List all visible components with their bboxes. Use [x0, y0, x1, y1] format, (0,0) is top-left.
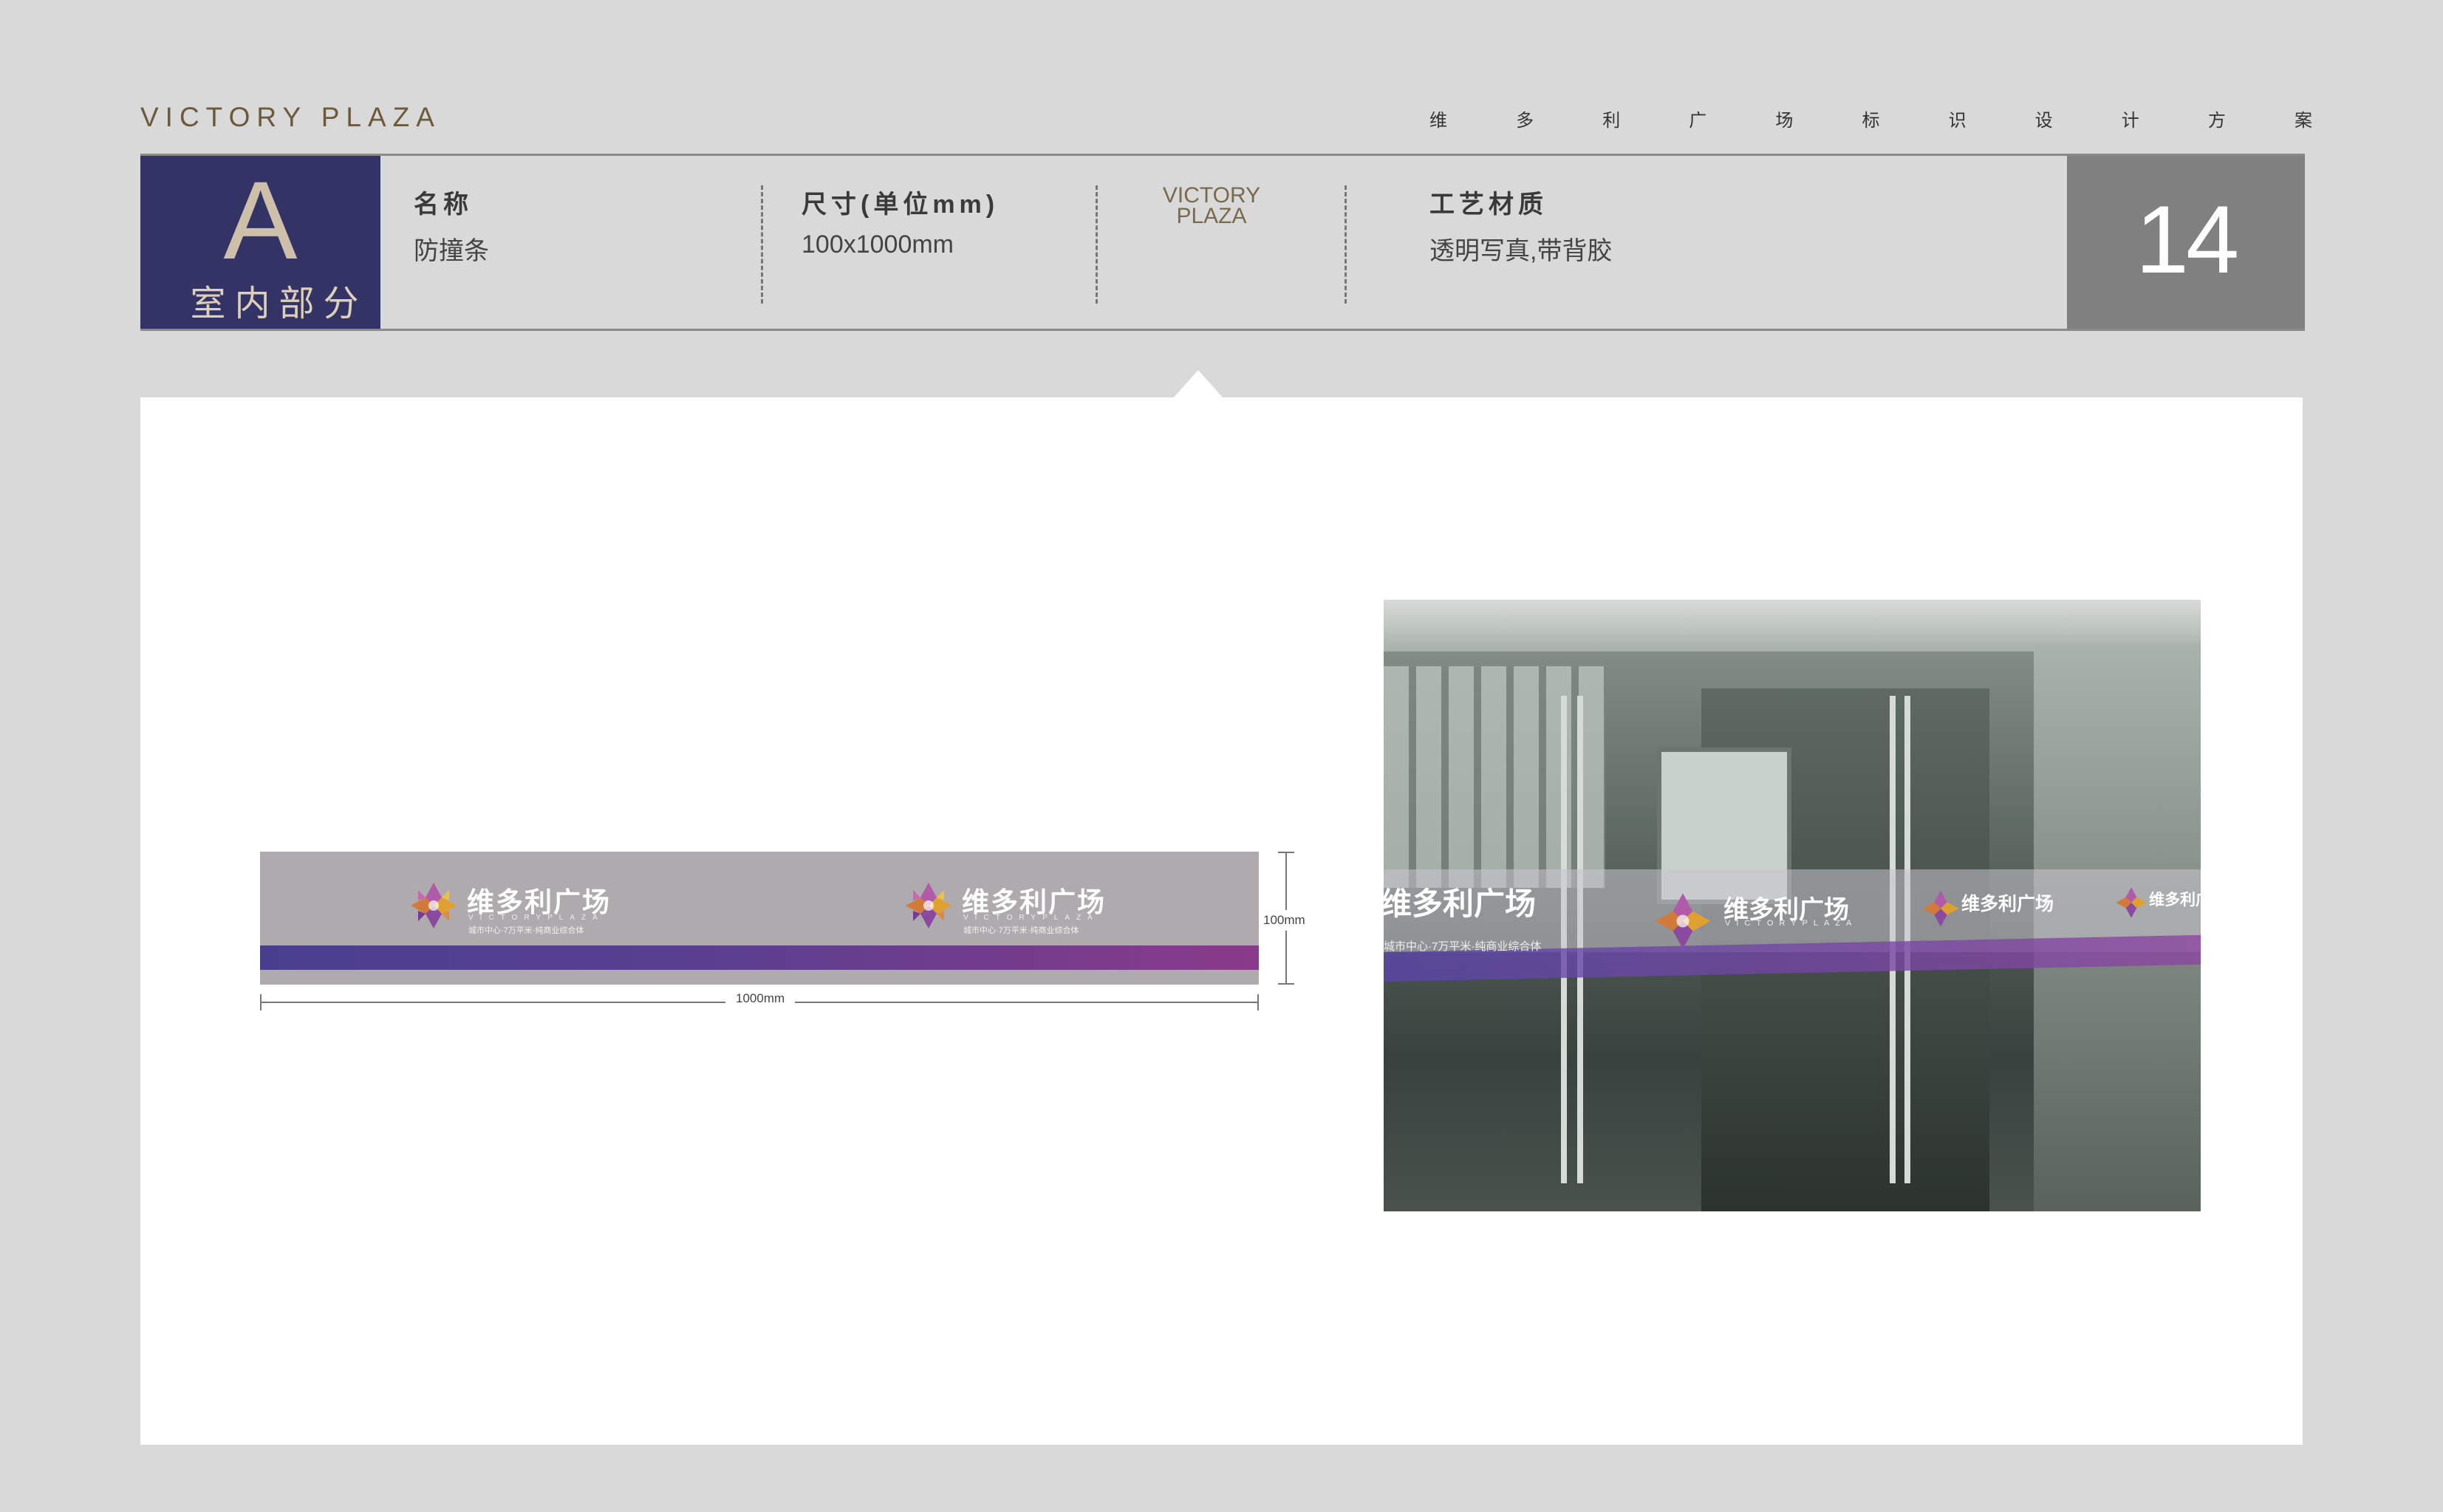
- project-title-char: 场: [1775, 111, 1794, 131]
- material-label: 工艺材质: [1429, 191, 1548, 219]
- photo-window: [1384, 666, 1605, 888]
- project-title-char: 设: [2034, 111, 2053, 131]
- photo-flower-logo-icon: [2116, 887, 2147, 918]
- size-field: 尺寸(单位mm) 100x1000mm: [802, 184, 999, 259]
- mini-logo: VICTORY PLAZA: [1152, 183, 1271, 228]
- material-value: 透明写真,带背胶: [1429, 237, 1613, 265]
- dashed-divider: [1344, 185, 1347, 304]
- page-number: 14: [2135, 185, 2240, 293]
- photo-logo-sub: 城市中心·7万平米·纯商业综合体: [1384, 940, 1542, 953]
- installation-photo: 维多利广场 城市中心·7万平米·纯商业综合体 维多利广场 VICTORYPLAZ…: [1384, 600, 2201, 1211]
- photo-flower-logo-icon: [1922, 890, 1959, 927]
- size-label: 尺寸(单位mm): [802, 191, 1000, 219]
- name-label: 名称: [414, 191, 473, 219]
- photo-flower-logo-icon: [1655, 893, 1711, 949]
- bumper-strip-design: 维多利广场 VICTORYPLAZA 城市中心·7万平米·纯商业综合体 维多利广…: [260, 852, 1259, 985]
- project-title-char: 维: [1429, 111, 1447, 131]
- project-title-char: 计: [2121, 111, 2139, 131]
- name-field: 名称 防撞条: [414, 184, 489, 267]
- page-number-badge: 14: [2067, 156, 2305, 329]
- dashed-divider: [761, 185, 763, 304]
- photo-logo-cn: 维多利广: [2149, 892, 2201, 909]
- photo-logo-en: VICTORYPLAZA: [1725, 919, 1858, 928]
- flower-logo-icon: [411, 883, 457, 928]
- mini-logo-line1: VICTORY: [1162, 183, 1261, 208]
- dashed-divider: [1096, 185, 1098, 304]
- strip-logo-en: VICTORYPLAZA: [963, 914, 1099, 922]
- width-dimension-label: 1000mm: [725, 991, 796, 1006]
- project-title-char: 广: [1689, 111, 1707, 131]
- photo-logo-cn: 维多利广场: [1384, 886, 1537, 921]
- section-name: 室内部分: [190, 284, 368, 324]
- brand-title: VICTORY PLAZA: [140, 102, 441, 132]
- project-title-char: 方: [2207, 111, 2226, 131]
- mini-logo-line2: PLAZA: [1176, 204, 1247, 228]
- spec-header-bar: A 室内部分 名称 防撞条 尺寸(单位mm) 100x1000mm VICTOR…: [140, 154, 2305, 331]
- size-value: 100x1000mm: [802, 230, 954, 259]
- project-title-char: 利: [1602, 111, 1621, 131]
- photo-logo-cn: 维多利广场: [1961, 894, 2054, 914]
- flower-logo-icon: [906, 883, 951, 928]
- project-title-char: 多: [1516, 111, 1534, 131]
- strip-logo: 维多利广场 VICTORYPLAZA 城市中心·7万平米·纯商业综合体: [409, 880, 631, 935]
- strip-logo-sub: 城市中心·7万平米·纯商业综合体: [963, 926, 1079, 935]
- project-title-char: 识: [1948, 111, 1967, 131]
- project-title-char: 案: [2294, 111, 2312, 131]
- strip-color-band: [260, 945, 1259, 970]
- height-dimension-label: 100mm: [1263, 910, 1305, 931]
- strip-logo-en: VICTORYPLAZA: [468, 914, 604, 922]
- panel-pointer: [1173, 370, 1223, 398]
- strip-logo: 维多利广场 VICTORYPLAZA 城市中心·7万平米·纯商业综合体: [904, 880, 1126, 935]
- section-badge: A 室内部分: [140, 156, 380, 329]
- section-letter: A: [223, 158, 298, 282]
- project-title: 维 多 利 广 场 标 识 设 计 方 案: [1429, 106, 2312, 131]
- project-title-char: 标: [1862, 111, 1880, 131]
- material-field: 工艺材质 透明写真,带背胶: [1429, 184, 1612, 267]
- strip-logo-sub: 城市中心·7万平米·纯商业综合体: [468, 926, 584, 935]
- name-value: 防撞条: [414, 237, 489, 265]
